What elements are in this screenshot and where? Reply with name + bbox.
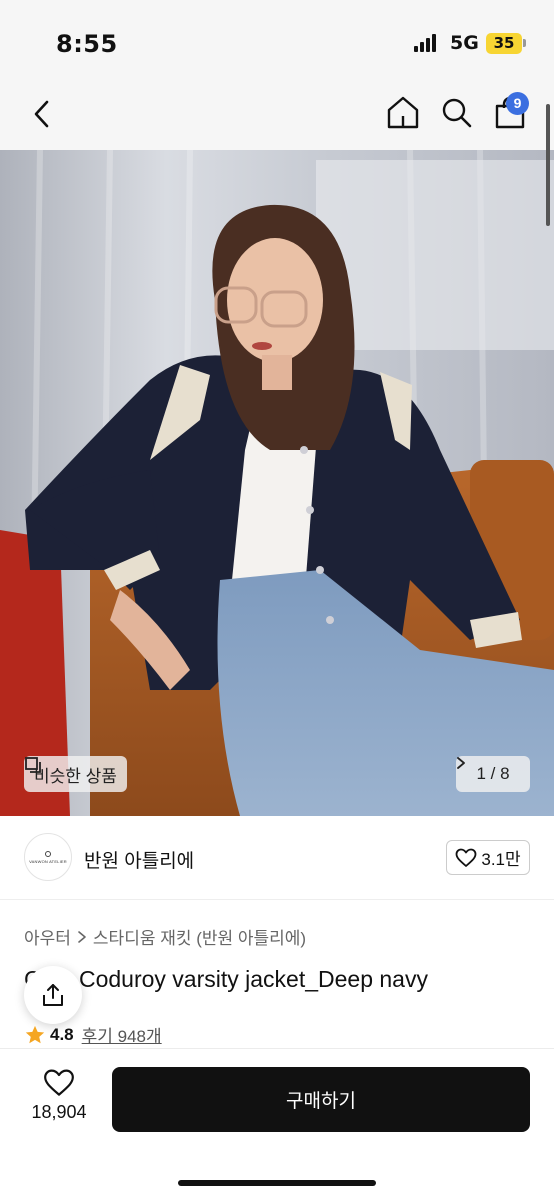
wishlist-button[interactable]: 18,904 bbox=[24, 1068, 94, 1128]
scrollbar-thumb[interactable] bbox=[546, 104, 550, 226]
image-counter-label: 1 / 8 bbox=[476, 764, 510, 783]
heart-icon bbox=[455, 848, 477, 867]
chevron-right-icon bbox=[457, 757, 465, 769]
product-photo bbox=[0, 150, 554, 816]
battery-cap bbox=[523, 39, 526, 47]
cart-count-badge: 9 bbox=[506, 92, 529, 115]
shop-row: VANWON ATELIER 반원 아틀리에 3.1만 bbox=[0, 816, 554, 900]
chevron-right-icon bbox=[78, 930, 86, 943]
rating-value: 4.8 bbox=[50, 1024, 74, 1044]
similar-items-icon bbox=[25, 757, 41, 773]
image-counter[interactable]: 1 / 8 bbox=[456, 756, 530, 792]
heart-icon bbox=[44, 1069, 74, 1096]
battery-icon: 35 bbox=[486, 33, 522, 54]
home-icon[interactable] bbox=[386, 94, 420, 130]
nav-bar bbox=[0, 88, 554, 150]
similar-products-label: 비슷한 상품 bbox=[34, 766, 117, 786]
status-bar: 8:55 5G 35 bbox=[0, 0, 554, 88]
shop-logo[interactable]: VANWON ATELIER bbox=[24, 833, 72, 881]
home-indicator[interactable] bbox=[178, 1180, 376, 1186]
breadcrumb-item-category[interactable]: 스타디움 재킷 (반원 아틀리에) bbox=[93, 924, 306, 949]
product-image[interactable]: 비슷한 상품 1 / 8 bbox=[0, 150, 554, 816]
shop-name[interactable]: 반원 아틀리에 bbox=[84, 846, 194, 873]
signal-strength-icon bbox=[414, 34, 440, 52]
network-type: 5G bbox=[450, 32, 479, 54]
star-icon bbox=[25, 1025, 45, 1043]
status-time: 8:55 bbox=[56, 30, 118, 58]
share-icon bbox=[43, 984, 63, 1006]
product-title: C 00 Coduroy varsity jacket_Deep navy bbox=[24, 966, 428, 992]
reviews-link[interactable]: 후기 948개 bbox=[82, 1022, 162, 1047]
share-button[interactable] bbox=[24, 966, 82, 1024]
shop-logo-text: VANWON ATELIER bbox=[29, 858, 67, 864]
similar-products-button[interactable]: 비슷한 상품 bbox=[24, 756, 127, 792]
breadcrumb-item-outer[interactable]: 아우터 bbox=[24, 924, 71, 949]
chevron-left-icon[interactable] bbox=[30, 98, 54, 130]
shop-like-button[interactable]: 3.1만 bbox=[446, 840, 530, 875]
search-icon[interactable] bbox=[440, 96, 474, 130]
shop-like-count: 3.1만 bbox=[481, 850, 521, 869]
rating-row: 4.8 후기 948개 bbox=[24, 1022, 162, 1047]
shop-logo-mark bbox=[45, 850, 51, 857]
wishlist-count: 18,904 bbox=[31, 1102, 87, 1122]
buy-button[interactable]: 구매하기 bbox=[112, 1067, 530, 1132]
breadcrumb: 아우터 스타디움 재킷 (반원 아틀리에) bbox=[24, 924, 306, 949]
